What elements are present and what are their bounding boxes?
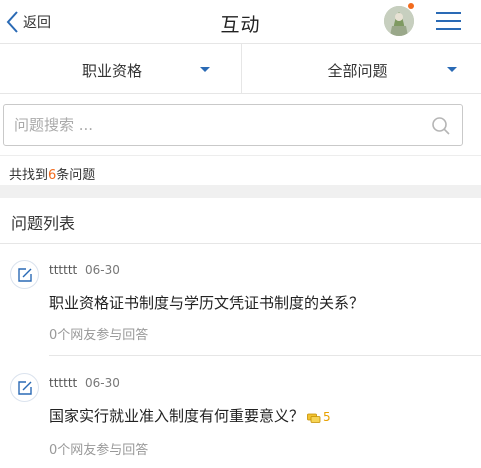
question-author: tttttt [49, 376, 78, 390]
top-header: 返回 互动 [0, 0, 481, 44]
chevron-left-icon [6, 11, 18, 33]
avatar[interactable] [384, 6, 414, 36]
caret-down-icon [200, 67, 210, 72]
filter-bar: 职业资格 全部问题 [0, 44, 481, 94]
question-title: 国家实行就业准入制度有何重要意义？ [49, 407, 305, 425]
reward-amount: 5 [323, 409, 331, 424]
question-title-row[interactable]: 国家实行就业准入制度有何重要意义？ 5 [49, 405, 331, 426]
question-author: tttttt [49, 263, 78, 277]
back-label: 返回 [23, 15, 51, 31]
result-count-text: 共找到6条问题 [9, 168, 96, 183]
menu-icon[interactable] [436, 10, 461, 32]
caret-down-icon [446, 67, 457, 72]
result-summary-row: 共找到6条问题 [0, 155, 481, 185]
question-edit-icon [10, 260, 39, 289]
search-box [3, 104, 463, 146]
answer-count: 0个网友参与回答 [49, 443, 149, 458]
divider [49, 355, 481, 356]
question-date: 06-30 [85, 263, 120, 277]
answer-count: 0个网友参与回答 [49, 328, 149, 343]
search-icon[interactable] [431, 116, 451, 136]
coin-reward-icon [307, 413, 321, 423]
filter-category-label: 职业资格 [82, 62, 143, 80]
filter-status-label: 全部问题 [327, 62, 388, 80]
section-divider [0, 185, 481, 198]
filter-category-dropdown[interactable]: 职业资格 [0, 44, 241, 93]
question-edit-icon [10, 373, 39, 402]
list-title: 问题列表 [11, 214, 76, 233]
user-avatar-icon [384, 6, 414, 36]
filter-status-dropdown[interactable]: 全部问题 [240, 44, 481, 93]
divider [0, 243, 481, 244]
search-input[interactable] [14, 105, 414, 145]
notification-dot [408, 3, 414, 9]
question-date: 06-30 [85, 376, 120, 390]
back-button[interactable]: 返回 [4, 8, 51, 36]
question-title[interactable]: 职业资格证书制度与学历文凭证书制度的关系？ [49, 292, 364, 313]
